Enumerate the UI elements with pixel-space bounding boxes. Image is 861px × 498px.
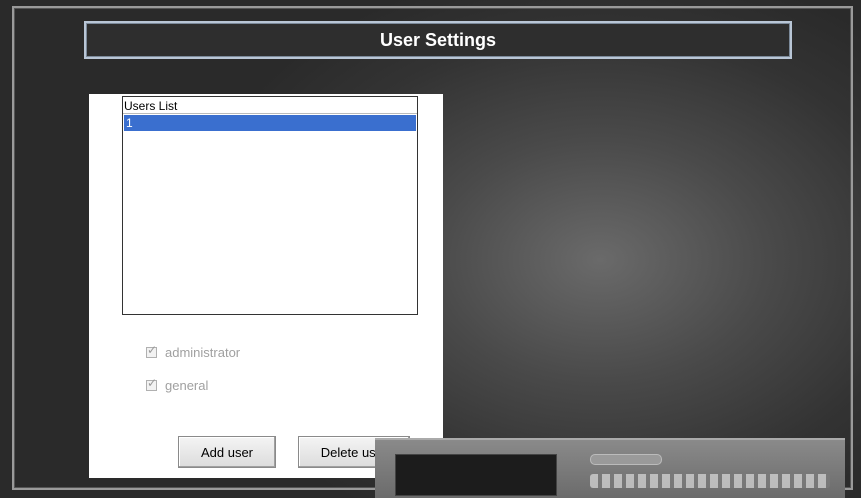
device-display xyxy=(395,454,557,496)
list-item[interactable]: 1 xyxy=(124,115,416,131)
check-icon: ✓ xyxy=(147,343,158,357)
check-icon: ✓ xyxy=(147,376,158,390)
screen: User Settings Users List 1 ✓ administrat… xyxy=(0,0,861,498)
device-buttons xyxy=(590,474,830,488)
general-label: general xyxy=(165,378,209,393)
background-device xyxy=(375,438,845,498)
general-checkbox[interactable]: ✓ xyxy=(146,376,158,391)
administrator-checkbox[interactable]: ✓ xyxy=(146,343,158,358)
settings-panel: Users List 1 ✓ administrator ✓ general A… xyxy=(89,94,443,478)
page-title: User Settings xyxy=(379,29,497,50)
users-list-header: Users List xyxy=(123,97,417,114)
administrator-checkbox-row[interactable]: ✓ administrator xyxy=(146,343,241,360)
users-list[interactable]: Users List 1 xyxy=(122,96,418,315)
add-user-button[interactable]: Add user xyxy=(178,436,276,468)
administrator-label: administrator xyxy=(165,345,241,360)
device-label xyxy=(590,454,662,465)
title-bar: User Settings xyxy=(84,21,792,59)
general-checkbox-row[interactable]: ✓ general xyxy=(146,376,209,393)
